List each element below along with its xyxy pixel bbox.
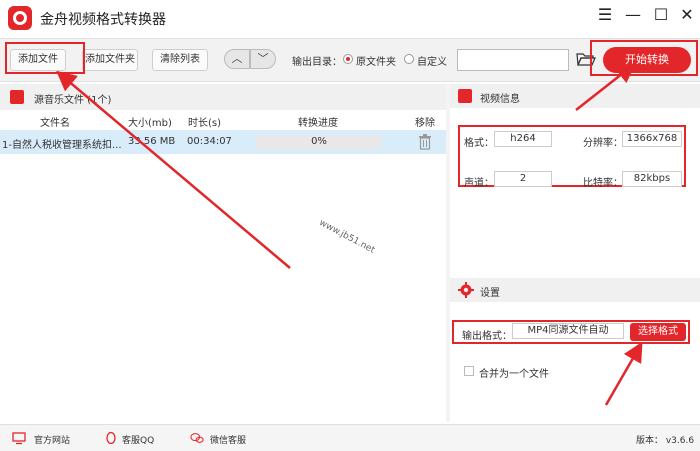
app-title: 金舟视频格式转换器 [40,12,166,28]
channel-value: 2 [494,171,552,187]
format-value: h264 [494,131,552,147]
gear-icon [458,282,474,298]
merge-label: 合并为一个文件 [479,369,549,380]
add-folder-button[interactable]: 添加文件夹 [82,49,138,71]
status-bar: 官方网站 客服QQ 微信客服 版本： v3.6.6 [0,424,700,451]
highlight-start-convert [590,40,698,76]
channel-label: 声道： [464,178,494,189]
version-text: 版本： v3.6.6 [636,436,695,446]
qq-link[interactable]: 客服QQ [122,433,154,446]
output-dir-label: 输出目录： [292,57,342,68]
monitor-icon [12,432,26,445]
file-list-title: 源音乐文件 (1个) [34,95,112,106]
column-header: 文件名 [40,118,70,129]
logo-ring [13,11,27,25]
output-format-field[interactable]: MP4同源文件自动 [512,323,624,339]
resolution-label: 分辨率： [583,138,623,149]
app-logo-icon [8,6,32,30]
maximize-icon[interactable]: ☐ [650,4,672,26]
choose-format-button[interactable]: 选择格式 [630,323,686,341]
title-bar: 金舟视频格式转换器 ☰ — ☐ ✕ [0,0,700,36]
file-list-columns: 文件名 大小(mb) 时长(s) 转换进度 移除 [0,110,446,130]
play-icon [458,89,472,103]
close-icon[interactable]: ✕ [676,4,698,26]
radio-custom-label: 自定义 [417,57,447,68]
column-header: 时长(s) [188,118,222,129]
arrow-to-choose-format [604,341,643,406]
move-up-button[interactable]: ︿ [224,49,250,69]
wechat-link[interactable]: 微信客服 [210,433,246,446]
file-size-cell: 33.56 MB [128,136,176,147]
wechat-icon [190,433,204,443]
table-row[interactable]: 1-自然人税收管理系统扣... 33.56 MB 00:34:07 0% [0,130,446,154]
watermark-text: www.jb51.net [317,218,377,256]
merge-checkbox[interactable] [464,366,474,376]
radio-custom-folder[interactable] [404,54,414,64]
file-list-header: 源音乐文件 (1个) [0,84,446,110]
column-header: 转换进度 [298,118,338,129]
radio-original-label: 原文件夹 [356,57,396,68]
highlight-add-file [5,42,85,74]
clear-list-button[interactable]: 清除列表 [152,49,208,71]
settings-header: 设置 [450,278,700,302]
panel-divider [446,84,450,422]
column-header: 移除 [415,118,435,129]
radio-original-folder[interactable] [343,54,353,64]
column-header: 大小(mb) [128,118,172,129]
film-icon [10,90,24,104]
chevron-up-icon: ︿ [231,52,243,65]
minimize-icon[interactable]: — [622,4,644,26]
output-format-label: 输出格式： [462,331,512,342]
bitrate-value: 82kbps [622,171,682,187]
qq-icon [106,431,116,445]
settings-title: 设置 [480,288,500,299]
website-link[interactable]: 官方网站 [34,433,70,446]
bitrate-label: 比特率： [583,178,623,189]
menu-icon[interactable]: ☰ [594,4,616,26]
format-label: 格式： [464,138,494,149]
chevron-down-icon: ﹀ [257,52,269,65]
output-path-input[interactable] [457,49,569,71]
resolution-value: 1366x768 [622,131,682,147]
video-info-title: 视频信息 [480,94,520,105]
video-info-header: 视频信息 [450,84,700,108]
file-name-cell: 1-自然人税收管理系统扣... [2,140,122,151]
progress-bar: 0% [256,135,382,149]
file-duration-cell: 00:34:07 [187,136,232,147]
move-down-button[interactable]: ﹀ [250,49,276,69]
trash-icon[interactable] [418,134,432,150]
